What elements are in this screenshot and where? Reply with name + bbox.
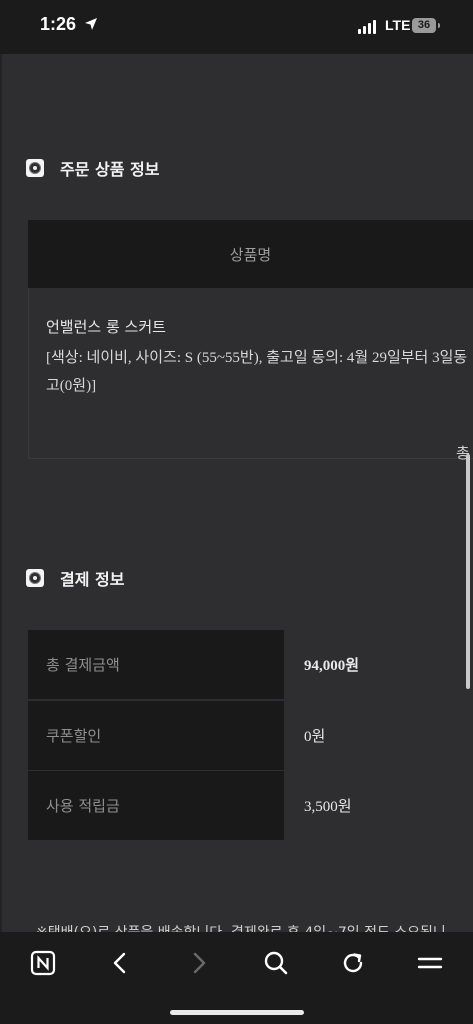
scrollbar[interactable]: [466, 454, 470, 689]
refresh-icon: [343, 953, 363, 973]
forward-button[interactable]: [182, 946, 216, 980]
payment-section-title: 결제 정보: [26, 566, 124, 590]
payment-row-coupon: 쿠폰할인 0원: [28, 701, 473, 770]
section-bullet-icon: [26, 159, 44, 177]
naver-home-icon: [30, 950, 56, 976]
home-indicator[interactable]: [170, 1010, 304, 1015]
payment-section-title-text: 결제 정보: [60, 570, 125, 589]
payment-value: 3,500원: [304, 799, 352, 815]
search-button[interactable]: [259, 946, 293, 980]
location-arrow-icon: [85, 18, 97, 30]
back-button[interactable]: [103, 946, 137, 980]
signal-icon: [358, 20, 380, 34]
menu-icon: [417, 957, 443, 969]
column-header-product-name: 상품명: [229, 245, 272, 264]
search-icon: [264, 951, 288, 975]
order-section-title-text: 주문 상품 정보: [60, 160, 160, 179]
product-option-line2: 고(0원)]: [46, 378, 97, 394]
order-section-title: 주문 상품 정보: [26, 156, 159, 180]
product-option-line1: [색상: 네이비, 사이즈: S (55~55반), 출고일 동의: 4월 29…: [46, 350, 468, 366]
product-option: [색상: 네이비, 사이즈: S (55~55반), 출고일 동의: 4월 29…: [46, 344, 473, 400]
web-content[interactable]: 주문 상품 정보 상품명 언밸런스 롱 스커트 [색상: 네이비, 사이즈: S…: [0, 54, 473, 932]
product-table-header: 상품명: [28, 220, 473, 288]
back-icon: [113, 952, 126, 974]
status-time: 1:26: [40, 14, 77, 34]
payment-row-points: 사용 적립금 3,500원: [28, 771, 473, 840]
section-bullet-icon: [26, 569, 44, 587]
battery-nub: [438, 23, 440, 28]
left-border: [0, 54, 2, 932]
status-bar: 1:26 LTE 36: [0, 0, 473, 54]
menu-button[interactable]: [413, 946, 447, 980]
naver-home-button[interactable]: [26, 946, 60, 980]
battery-icon: 36: [412, 18, 436, 33]
payment-label: 사용 적립금: [28, 771, 284, 840]
delivery-note: ※택배(으)로 상품을 배송합니다. 결제완료 후 4일~7일 정도 소요됩니: [36, 922, 446, 932]
payment-value: 0원: [304, 729, 326, 745]
payment-label: 총 결제금액: [28, 630, 284, 699]
payment-value: 94,000원: [304, 658, 360, 674]
payment-row-total: 총 결제금액 94,000원: [28, 630, 473, 699]
forward-icon: [193, 952, 206, 974]
network-type: LTE: [385, 17, 411, 33]
payment-label: 쿠폰할인: [28, 701, 284, 770]
refresh-button[interactable]: [336, 946, 370, 980]
product-name[interactable]: 언밸런스 롱 스커트: [46, 316, 166, 337]
